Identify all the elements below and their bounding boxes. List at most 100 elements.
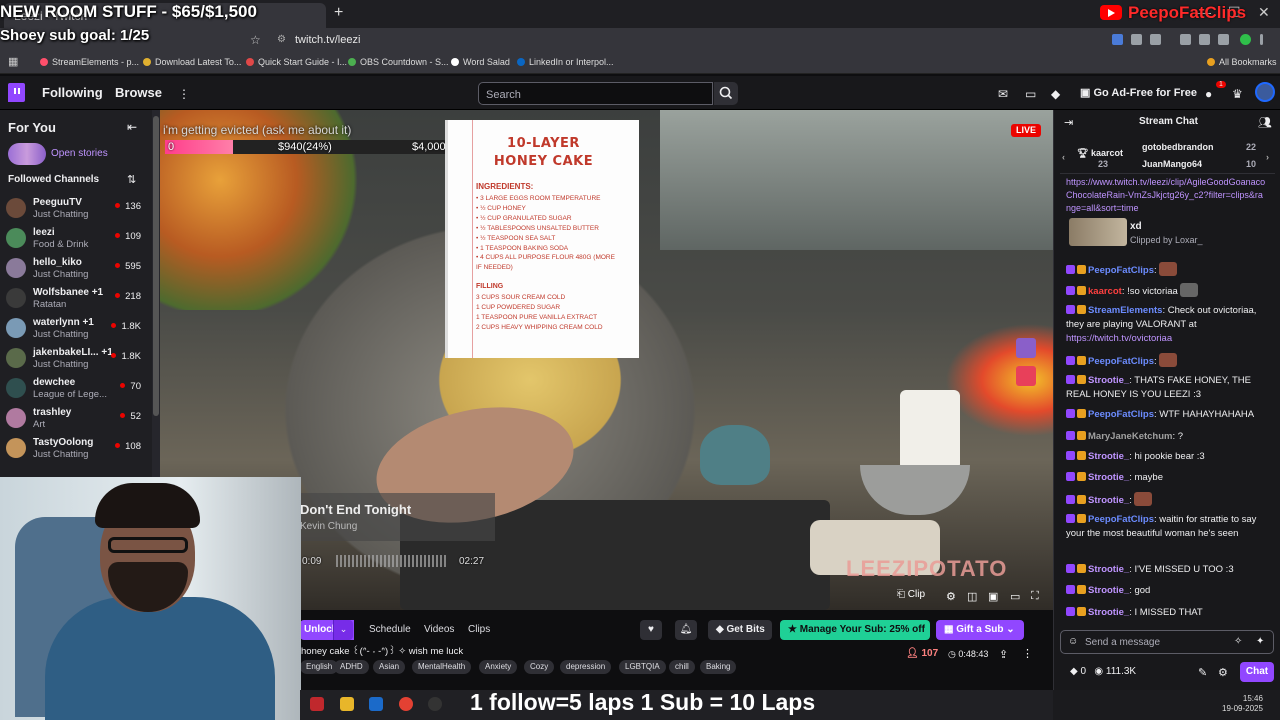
- chat-username[interactable]: Strootie_: [1088, 472, 1129, 483]
- sidebar-scrollbar[interactable]: [152, 110, 160, 490]
- chat-link[interactable]: https://www.twitch.tv/leezi/clip/AgileGo…: [1066, 176, 1266, 216]
- stream-tag[interactable]: LGBTQIA: [619, 660, 666, 674]
- bookmark-star-icon[interactable]: ☆: [250, 33, 261, 47]
- system-clock[interactable]: 15:46 19-09-2025: [1222, 694, 1263, 714]
- mini-player-icon[interactable]: ▣: [988, 590, 998, 603]
- nav-following[interactable]: Following: [42, 85, 103, 100]
- bookmark-item[interactable]: StreamElements - p...: [40, 57, 139, 67]
- rewards-icon[interactable]: ✎: [1198, 666, 1207, 679]
- chat-username[interactable]: PeepoFatClips: [1088, 265, 1154, 276]
- stream-tag[interactable]: Asian: [373, 660, 406, 674]
- extension-icon[interactable]: [1112, 34, 1123, 45]
- stream-tag[interactable]: Cozy: [524, 660, 555, 674]
- steam-icon[interactable]: [369, 697, 383, 711]
- chat-username[interactable]: Strootie_: [1088, 585, 1129, 596]
- channel-points[interactable]: ◆ 0 ◉ 111.3K: [1070, 666, 1136, 677]
- chat-settings-icon[interactable]: ☺: [1068, 636, 1078, 647]
- stream-tag[interactable]: depression: [560, 660, 612, 674]
- all-bookmarks[interactable]: All Bookmarks: [1207, 57, 1277, 67]
- search-input[interactable]: Search: [478, 82, 713, 105]
- sidebar-channel[interactable]: trashley Art 52: [6, 406, 151, 434]
- open-stories-button[interactable]: Open stories: [8, 143, 148, 165]
- community-icon[interactable]: 👥︎: [1258, 116, 1272, 129]
- stream-tag[interactable]: Baking: [700, 660, 737, 674]
- gift-sub-button[interactable]: ▦ Gift a Sub ⌄: [936, 620, 1024, 640]
- search-button[interactable]: [714, 82, 738, 105]
- settings-gear-icon[interactable]: ⚙: [946, 590, 956, 603]
- taskbar-app-icon[interactable]: [310, 697, 324, 711]
- bookmark-item[interactable]: OBS Countdown - S...: [348, 57, 449, 67]
- sort-icon[interactable]: ⇅: [127, 173, 136, 186]
- chat-username[interactable]: Strootie_: [1088, 375, 1129, 386]
- share-icon[interactable]: ⇪: [999, 648, 1008, 661]
- nav-browse[interactable]: Browse: [115, 85, 162, 100]
- tab-clips[interactable]: Clips: [468, 624, 490, 635]
- sidebar-channel[interactable]: TastyOolong Just Chatting 108: [6, 436, 151, 464]
- profile-dot-icon[interactable]: [1240, 34, 1251, 45]
- bookmark-item[interactable]: Word Salad: [451, 57, 510, 67]
- go-ad-free-button[interactable]: ▣ Go Ad-Free for Free: [1080, 86, 1197, 99]
- site-info-icon[interactable]: ⚙: [277, 34, 286, 45]
- chat-link[interactable]: https://twitch.tv/ovictoriaa: [1066, 333, 1172, 344]
- url-field[interactable]: twitch.tv/leezi: [295, 34, 360, 46]
- bell-icon[interactable]: 🔔︎: [675, 620, 697, 640]
- follow-dropdown[interactable]: ⌄: [333, 620, 353, 640]
- theatre-mode-icon[interactable]: ▭: [1010, 590, 1020, 603]
- chat-username[interactable]: Strootie_: [1088, 607, 1129, 618]
- leaderboard-next-icon[interactable]: ›: [1266, 152, 1269, 162]
- collapse-chat-icon[interactable]: ⇥: [1064, 116, 1073, 129]
- whispers-icon[interactable]: ▭: [1025, 87, 1036, 101]
- manage-sub-button[interactable]: ★ Manage Your Sub: 25% off: [780, 620, 930, 640]
- stream-tag[interactable]: chill: [669, 660, 695, 674]
- notifications-icon[interactable]: ●: [1205, 87, 1212, 101]
- bookmark-item[interactable]: LinkedIn or Interpol...: [517, 57, 614, 67]
- stream-tag[interactable]: ADHD: [334, 660, 369, 674]
- sidebar-channel[interactable]: jakenbakeLI... +1 Just Chatting 1.8K: [6, 346, 151, 374]
- chat-username[interactable]: Strootie_: [1088, 495, 1129, 506]
- twitch-logo-icon[interactable]: [8, 83, 25, 102]
- inbox-icon[interactable]: ✉: [998, 87, 1008, 101]
- prime-icon[interactable]: ♛: [1232, 87, 1243, 101]
- chat-username[interactable]: PeepoFatClips: [1088, 514, 1154, 525]
- bookmark-item[interactable]: Download Latest To...: [143, 57, 241, 67]
- fullscreen-icon[interactable]: ⛶: [1031, 590, 1039, 603]
- extension-icon[interactable]: [1150, 34, 1161, 45]
- chat-username[interactable]: kaarcot: [1088, 286, 1122, 297]
- media-icon[interactable]: [1180, 34, 1191, 45]
- chrome-icon[interactable]: [399, 697, 413, 711]
- apps-grid-icon[interactable]: ▦: [8, 55, 18, 68]
- stream-tag[interactable]: Anxiety: [479, 660, 518, 674]
- chat-username[interactable]: PeepoFatClips: [1088, 409, 1154, 420]
- sidebar-channel[interactable]: dewchee League of Lege... 70: [6, 376, 151, 404]
- stream-tag[interactable]: MentalHealth: [412, 660, 472, 674]
- sidebar-channel[interactable]: PeeguuTV Just Chatting 136: [6, 196, 151, 224]
- chat-username[interactable]: StreamElements: [1088, 305, 1162, 316]
- new-tab-button[interactable]: +: [334, 4, 343, 22]
- user-avatar[interactable]: [1255, 82, 1275, 102]
- get-bits-button[interactable]: ◆ Get Bits: [708, 620, 772, 640]
- extension-icon[interactable]: [1218, 34, 1229, 45]
- chat-gear-icon[interactable]: ⚙: [1218, 666, 1228, 679]
- chat-username[interactable]: Strootie_: [1088, 564, 1129, 575]
- bits-icon[interactable]: ◆: [1051, 87, 1060, 101]
- chat-username[interactable]: MaryJaneKetchum: [1088, 431, 1172, 442]
- sidebar-channel[interactable]: hello_kiko Just Chatting 595: [6, 256, 151, 284]
- kebab-menu-icon[interactable]: [1260, 34, 1263, 45]
- sidebar-channel[interactable]: Wolfsbanee +1 Ratatan 218: [6, 286, 151, 314]
- obs-icon[interactable]: [428, 697, 442, 711]
- player-option-icon[interactable]: ◫: [967, 590, 977, 603]
- leaderboard-prev-icon[interactable]: ‹: [1062, 152, 1065, 162]
- extension-icon[interactable]: [1131, 34, 1142, 45]
- sidepanel-icon[interactable]: [1199, 34, 1210, 45]
- sidebar-channel[interactable]: leezi Food & Drink 109: [6, 226, 151, 254]
- tab-videos[interactable]: Videos: [424, 624, 454, 635]
- sidebar-channel[interactable]: waterlynn +1 Just Chatting 1.8K: [6, 316, 151, 344]
- clip-thumbnail[interactable]: [1069, 218, 1127, 246]
- chat-username[interactable]: PeepoFatClips: [1088, 356, 1154, 367]
- more-vertical-icon[interactable]: ⋮: [178, 87, 190, 101]
- emote-icon[interactable]: ✦: [1256, 636, 1264, 647]
- stream-tag[interactable]: English: [300, 660, 339, 674]
- close-icon[interactable]: ✕: [1258, 4, 1270, 21]
- collapse-sidebar-icon[interactable]: ⇤: [127, 120, 137, 134]
- bookmark-item[interactable]: Quick Start Guide - I...: [246, 57, 347, 67]
